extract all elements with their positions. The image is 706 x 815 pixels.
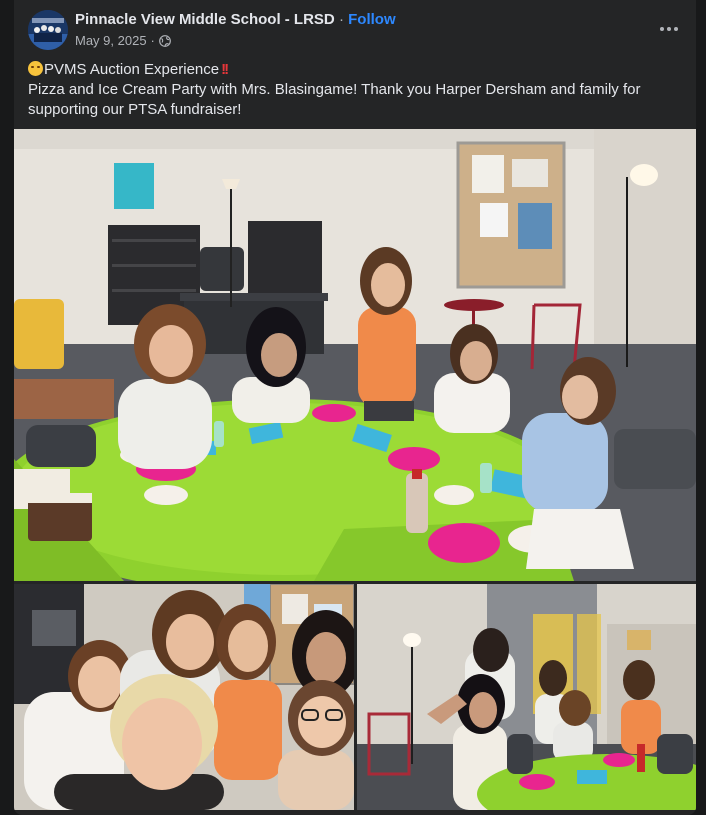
ellipsis-icon xyxy=(660,27,678,31)
post-header: Pinnacle View Middle School - LRSD · Fol… xyxy=(14,0,696,58)
separator-dot: · xyxy=(338,11,344,28)
page-avatar[interactable] xyxy=(28,10,68,50)
separator-dot: · xyxy=(150,33,155,48)
selfie-group-photo[interactable] xyxy=(14,584,354,810)
post-date[interactable]: May 9, 2025 xyxy=(75,33,147,48)
school-logo-icon xyxy=(28,10,68,50)
double-exclamation-icon: !! xyxy=(221,61,229,78)
post-meta: May 9, 2025 · xyxy=(75,33,171,48)
party-room-scene xyxy=(14,129,696,581)
students-dancing-photo[interactable] xyxy=(357,584,696,810)
pizza-party-room-photo[interactable] xyxy=(14,129,696,581)
facebook-post: Pinnacle View Middle School - LRSD · Fol… xyxy=(14,0,696,815)
dancing-scene xyxy=(357,584,696,810)
follow-button[interactable]: Follow xyxy=(348,11,396,28)
page-name-line: Pinnacle View Middle School - LRSD · Fol… xyxy=(75,11,396,28)
globe-icon[interactable] xyxy=(158,34,171,47)
caption-title-line: PVMS Auction Experience!! xyxy=(28,60,678,80)
selfie-scene xyxy=(14,584,354,810)
more-options-icon[interactable] xyxy=(654,14,684,44)
caption-body: Pizza and Ice Cream Party with Mrs. Blas… xyxy=(28,81,641,118)
page-name-link[interactable]: Pinnacle View Middle School - LRSD xyxy=(75,11,335,28)
emoji-face-icon xyxy=(28,61,43,76)
post-caption: PVMS Auction Experience!! Pizza and Ice … xyxy=(28,60,678,120)
caption-title: PVMS Auction Experience xyxy=(44,61,220,78)
